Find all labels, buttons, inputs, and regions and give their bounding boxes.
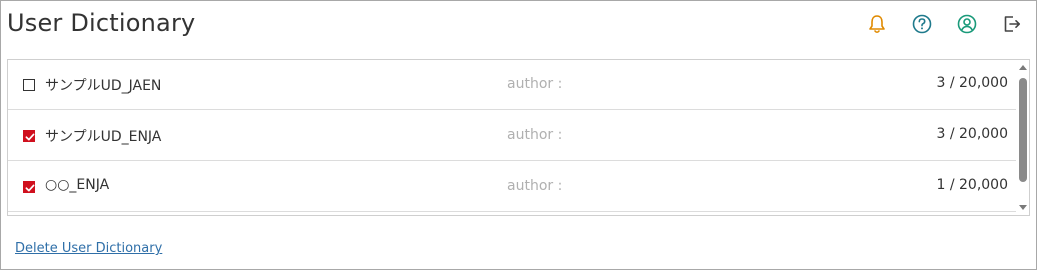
dictionary-name: サンプルUD_JAEN <box>45 78 162 94</box>
entry-count: 1 / 20,000 <box>936 177 1008 193</box>
bell-icon <box>866 13 888 39</box>
dictionary-author: author : <box>507 178 563 194</box>
help-icon <box>911 13 933 39</box>
checkmark-icon <box>25 184 35 192</box>
logout-icon <box>1001 13 1023 39</box>
dictionary-name: ○○_ENJA <box>45 177 110 193</box>
list-item[interactable]: サンプルUD_ENJA author : 3 / 20,000 <box>8 111 1016 161</box>
list-item[interactable]: サンプルUD_JAEN author : 3 / 20,000 <box>8 60 1016 110</box>
page-title: User Dictionary <box>7 9 196 37</box>
user-dictionary-panel: User Dictionary サンプルUD_JAEN author: 3 /… <box>0 0 1037 270</box>
checkbox-unchecked[interactable] <box>23 79 35 91</box>
checkbox-checked[interactable] <box>23 181 35 193</box>
user-icon <box>956 13 978 39</box>
help-button[interactable] <box>911 13 933 39</box>
checkmark-icon <box>25 133 35 141</box>
entry-count: 3 / 20,000 <box>936 126 1008 142</box>
logout-button[interactable] <box>1001 15 1023 37</box>
entry-count: 3 / 20,000 <box>936 75 1008 91</box>
account-button[interactable] <box>956 13 978 39</box>
scroll-up-arrow-icon[interactable] <box>1019 65 1027 70</box>
notifications-button[interactable] <box>866 15 888 37</box>
dictionary-author: author : <box>507 127 563 143</box>
dictionary-list: サンプルUD_JAEN author : 3 / 20,000 サンプルUD_E… <box>7 59 1030 216</box>
list-item[interactable]: ○○_ENJA author : 1 / 20,000 <box>8 162 1016 212</box>
delete-user-dictionary-link[interactable]: Delete User Dictionary <box>15 241 162 256</box>
vertical-scrollbar[interactable] <box>1016 60 1029 215</box>
dictionary-name: サンプルUD_ENJA <box>45 129 162 145</box>
checkbox-checked[interactable] <box>23 130 35 142</box>
scroll-down-arrow-icon[interactable] <box>1019 205 1027 210</box>
dictionary-author: author : <box>507 76 563 92</box>
scrollbar-thumb[interactable] <box>1019 78 1027 182</box>
